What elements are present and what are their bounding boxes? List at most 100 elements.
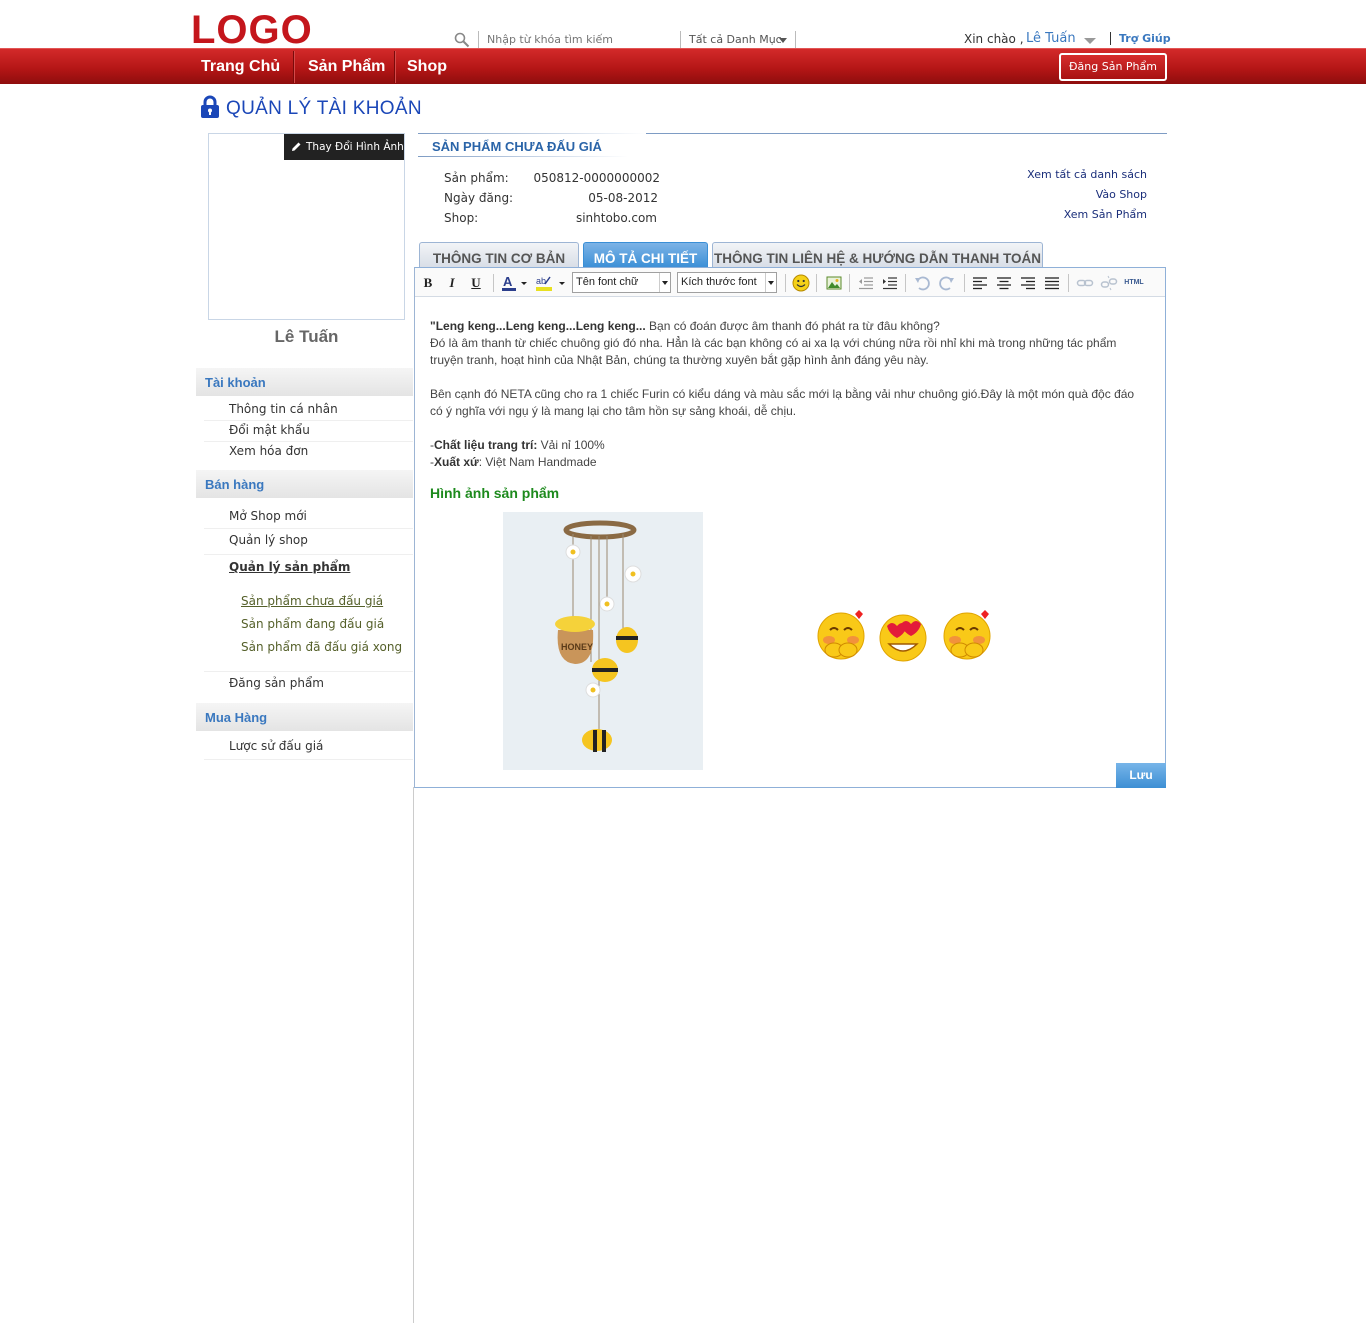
lock-icon xyxy=(201,95,219,118)
font-family-select-label: Tên font chữ xyxy=(576,276,639,288)
divider xyxy=(204,670,413,672)
emoji-blush-icon xyxy=(817,610,865,660)
info-label: Ngày đăng: xyxy=(444,191,514,205)
bold-button[interactable]: B xyxy=(419,274,437,292)
sidebar-heading-purchases: Mua Hàng xyxy=(196,703,413,731)
align-right-icon[interactable] xyxy=(1019,274,1037,292)
post-product-button[interactable]: Đăng Sản Phẩm xyxy=(1059,53,1167,81)
highlight-color-icon[interactable]: ab xyxy=(535,274,567,292)
toolbar-divider xyxy=(1068,274,1069,292)
redo-icon[interactable] xyxy=(938,274,956,292)
outdent-icon[interactable] xyxy=(857,274,875,292)
sidebar-item-manage-shop[interactable]: Quản lý shop xyxy=(204,531,413,555)
emoji-group xyxy=(817,610,991,662)
bold-text: "Leng keng...Leng keng...Leng keng... xyxy=(430,319,646,333)
undo-icon[interactable] xyxy=(913,274,931,292)
insert-image-icon[interactable] xyxy=(825,274,843,292)
tab-contact-payment[interactable]: THÔNG TIN LIÊN HỆ & HƯỚNG DẪN THANH TOÁN xyxy=(712,242,1043,268)
image-heading: Hình ảnh sản phẩm xyxy=(430,485,560,501)
nav-item-home[interactable]: Trang Chủ xyxy=(201,49,280,83)
nav-item-products[interactable]: Sản Phẩm xyxy=(308,49,385,83)
info-row-shop: Shop: sinhtobo.com xyxy=(444,211,660,229)
info-value: sinhtobo.com xyxy=(575,211,657,225)
sidebar-item-open-shop[interactable]: Mở Shop mới xyxy=(204,507,413,529)
bold-text: Xuất xứ xyxy=(434,455,479,469)
sidebar-item-invoices[interactable]: Xem hóa đơn xyxy=(204,442,413,463)
indent-icon[interactable] xyxy=(881,274,899,292)
page-title: QUẢN LÝ TÀI KHOẢN xyxy=(226,98,422,119)
sidebar-heading-sales: Bán hàng xyxy=(196,470,413,498)
tab-detail-description[interactable]: MÔ TẢ CHI TIẾT xyxy=(583,242,708,268)
toolbar-divider xyxy=(785,274,786,292)
save-button[interactable]: Lưu xyxy=(1116,763,1166,788)
paragraph: "Leng keng...Leng keng...Leng keng... Bạ… xyxy=(430,318,1140,335)
paragraph: -Xuất xứ: Việt Nam Handmade xyxy=(430,455,597,469)
sidebar-subitem-not-auctioned[interactable]: Sản phẩm chưa đấu giá xyxy=(241,593,383,609)
html-source-button[interactable]: HTML xyxy=(1121,274,1147,292)
chevron-down-icon[interactable] xyxy=(1084,38,1096,44)
font-size-select[interactable]: Kích thước font xyxy=(677,272,777,293)
toolbar-divider xyxy=(849,274,850,292)
product-image[interactable]: HONEY xyxy=(503,512,703,770)
nav-item-shop[interactable]: Shop xyxy=(407,49,447,83)
align-justify-icon[interactable] xyxy=(1043,274,1061,292)
search-icon[interactable] xyxy=(454,32,470,48)
info-row-date: Ngày đăng: 05-08-2012 xyxy=(444,191,660,209)
font-family-select[interactable]: Tên font chữ xyxy=(572,272,671,293)
view-product-link[interactable]: Xem Sản Phẩm xyxy=(1064,208,1147,221)
editor-toolbar: B I U A ab Tên font chữ Kích thước font xyxy=(415,268,1165,297)
pencil-icon xyxy=(292,142,301,151)
tab-basic-info[interactable]: THÔNG TIN CƠ BẢN xyxy=(419,242,579,268)
change-photo-button[interactable]: Thay Đổi Hình Ảnh xyxy=(284,134,404,160)
emoji-heart-eyes-icon xyxy=(879,614,927,662)
svg-text:A: A xyxy=(503,274,513,289)
sidebar-item-post-product[interactable]: Đăng sản phẩm xyxy=(204,673,413,702)
toolbar-divider xyxy=(816,274,817,292)
search-input[interactable] xyxy=(478,31,678,49)
link-icon[interactable] xyxy=(1076,274,1094,292)
site-logo[interactable]: LOGO xyxy=(191,8,313,52)
toolbar-divider xyxy=(964,274,965,292)
info-value: 05-08-2012 xyxy=(588,191,658,205)
underline-button[interactable]: U xyxy=(467,274,485,292)
visit-shop-link[interactable]: Vào Shop xyxy=(1096,188,1147,201)
info-row-product: Sản phẩm: 050812-0000000002 xyxy=(444,171,660,189)
italic-button[interactable]: I xyxy=(443,274,461,292)
info-label: Sản phẩm: xyxy=(444,171,509,185)
sidebar-item-personal-info[interactable]: Thông tin cá nhân xyxy=(204,400,413,421)
category-select-label: Tất cả Danh Mục xyxy=(689,33,782,46)
info-label: Shop: xyxy=(444,211,479,225)
toolbar-divider xyxy=(905,274,906,292)
svg-text:HONEY: HONEY xyxy=(561,642,593,652)
divider xyxy=(418,156,628,157)
help-link[interactable]: Trợ Giúp xyxy=(1119,32,1171,45)
text: Bạn có đoán được âm thanh đó phát ra từ … xyxy=(645,319,940,333)
bold-text: Chất liệu trang trí: xyxy=(434,438,538,452)
text: : Việt Nam Handmade xyxy=(478,455,597,469)
paragraph: -Chất liệu trang trí: Vải nỉ 100% xyxy=(430,438,605,452)
chevron-down-icon xyxy=(659,273,670,292)
emoji-smile-icon[interactable] xyxy=(792,274,810,292)
view-all-link[interactable]: Xem tất cả danh sách xyxy=(1027,168,1147,181)
sidebar-subitem-in-auction[interactable]: Sản phẩm đang đấu giá xyxy=(241,616,384,632)
divider xyxy=(646,133,1167,134)
sidebar-item-auction-history[interactable]: Lược sử đấu giá xyxy=(204,737,413,760)
align-left-icon[interactable] xyxy=(971,274,989,292)
editor-content[interactable]: "Leng keng...Leng keng...Leng keng... Bạ… xyxy=(430,318,1140,471)
sidebar-subitem-auction-done[interactable]: Sản phẩm đã đấu giá xong xyxy=(241,639,402,655)
category-select[interactable]: Tất cả Danh Mục xyxy=(680,31,796,49)
unlink-icon[interactable] xyxy=(1100,274,1118,292)
text-color-icon[interactable]: A xyxy=(501,274,531,292)
chevron-down-icon xyxy=(765,273,776,292)
chevron-down-icon xyxy=(779,38,787,43)
sidebar-item-manage-products[interactable]: Quản lý sản phẩm xyxy=(204,558,413,579)
section-title: SẢN PHẨM CHƯA ĐẤU GIÁ xyxy=(432,139,602,154)
emoji-blush-icon xyxy=(943,610,991,660)
user-menu[interactable]: Lê Tuấn xyxy=(1026,31,1076,46)
align-center-icon[interactable] xyxy=(995,274,1013,292)
sidebar-heading-account: Tài khoản xyxy=(196,368,413,396)
sidebar-item-change-password[interactable]: Đổi mật khẩu xyxy=(204,421,413,442)
info-value: 050812-0000000002 xyxy=(533,171,661,185)
